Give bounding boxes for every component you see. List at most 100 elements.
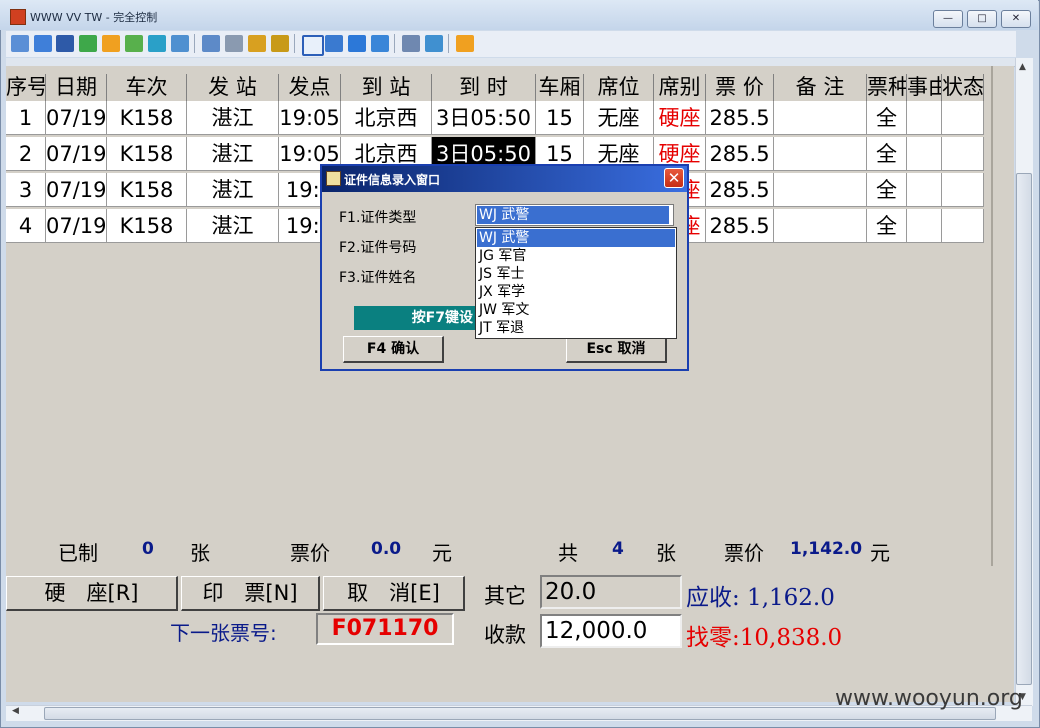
dropdown-option[interactable]: JW 军文 xyxy=(477,301,675,319)
dropdown-option[interactable]: JS 军士 xyxy=(477,265,675,283)
cell-status[interactable] xyxy=(942,173,984,207)
header-train[interactable]: 车次 xyxy=(107,74,187,101)
header-seq[interactable]: 序号 xyxy=(6,74,46,101)
dialog-close-button[interactable]: ✕ xyxy=(664,168,684,188)
monitor-icon[interactable] xyxy=(34,35,52,52)
cell-reason[interactable] xyxy=(907,173,942,207)
header-ticket-type[interactable]: 票种 xyxy=(867,74,907,101)
header-from[interactable]: 发 站 xyxy=(187,74,279,101)
header-reason[interactable]: 事由 xyxy=(907,74,942,101)
cell-status[interactable] xyxy=(942,209,984,243)
dropdown-option[interactable]: JT 军退 xyxy=(477,319,675,337)
hardseat-button[interactable]: 硬 座[R] xyxy=(6,576,178,611)
dropdown-option[interactable]: JG 军官 xyxy=(477,247,675,265)
cell-from[interactable]: 湛江 xyxy=(187,101,279,135)
cell-date[interactable]: 07/19 xyxy=(46,173,107,207)
scroll-left-icon[interactable]: ◀ xyxy=(12,706,19,716)
cell-to[interactable]: 北京西 xyxy=(341,101,432,135)
cell-status[interactable] xyxy=(942,101,984,135)
cell-from[interactable]: 湛江 xyxy=(187,209,279,243)
cell-arrive-time[interactable]: 3日05:50 xyxy=(432,101,536,135)
header-depart-time[interactable]: 发点 xyxy=(279,74,341,101)
header-remark[interactable]: 备 注 xyxy=(774,74,867,101)
cell-reason[interactable] xyxy=(907,209,942,243)
chat-icon[interactable] xyxy=(125,35,143,52)
cell-seq[interactable]: 2 xyxy=(6,137,46,171)
close-button[interactable]: ✕ xyxy=(1001,10,1031,28)
message-icon[interactable] xyxy=(171,35,189,52)
cell-train[interactable]: K158 xyxy=(107,137,187,171)
minimize-button[interactable]: — xyxy=(933,10,963,28)
cell-remark[interactable] xyxy=(774,137,867,171)
header-coach[interactable]: 车厢 xyxy=(536,74,584,101)
stop-icon[interactable] xyxy=(456,35,474,52)
cell-date[interactable]: 07/19 xyxy=(46,101,107,135)
header-seat[interactable]: 席位 xyxy=(584,74,654,101)
cell-coach[interactable]: 15 xyxy=(536,101,584,135)
made-count: 0 xyxy=(142,539,154,559)
copy-screen-icon[interactable] xyxy=(402,35,420,52)
cancel-button[interactable]: 取 消[E] xyxy=(323,576,465,611)
cell-ticket-type[interactable]: 全 xyxy=(867,137,907,171)
cell-remark[interactable] xyxy=(774,101,867,135)
maximize-button[interactable]: □ xyxy=(967,10,997,28)
cell-remark[interactable] xyxy=(774,209,867,243)
cell-reason[interactable] xyxy=(907,137,942,171)
dropdown-option[interactable]: WJ 武警 xyxy=(477,229,675,247)
other-field[interactable]: 20.0 xyxy=(540,575,682,609)
header-to[interactable]: 到 站 xyxy=(341,74,432,101)
cell-status[interactable] xyxy=(942,137,984,171)
cell-train[interactable]: K158 xyxy=(107,101,187,135)
cell-price[interactable]: 285.5 xyxy=(706,101,774,135)
window-mode-icon[interactable] xyxy=(302,35,324,56)
cell-price[interactable]: 285.5 xyxy=(706,137,774,171)
id-type-selected[interactable]: WJ 武警 xyxy=(477,206,669,224)
phone-icon[interactable] xyxy=(148,35,166,52)
transfer-icon[interactable] xyxy=(79,35,97,52)
header-status[interactable]: 状态 xyxy=(942,74,984,101)
dropdown-option[interactable]: JX 军学 xyxy=(477,283,675,301)
tools-icon[interactable] xyxy=(425,35,443,52)
window-title-prefix: WWW VV TW - xyxy=(30,11,110,24)
header-price[interactable]: 票 价 xyxy=(706,74,774,101)
screen-icon[interactable] xyxy=(11,35,29,52)
vertical-scroll-thumb[interactable] xyxy=(1016,173,1032,685)
header-date[interactable]: 日期 xyxy=(46,74,107,101)
cell-price[interactable]: 285.5 xyxy=(706,173,774,207)
cell-reason[interactable] xyxy=(907,101,942,135)
cell-from[interactable]: 湛江 xyxy=(187,137,279,171)
cell-from[interactable]: 湛江 xyxy=(187,173,279,207)
cell-seq[interactable]: 1 xyxy=(6,101,46,135)
received-field[interactable]: 12,000.0 xyxy=(540,614,682,648)
scale-icon[interactable] xyxy=(371,35,389,52)
cell-seq[interactable]: 4 xyxy=(6,209,46,243)
cell-ticket-type[interactable]: 全 xyxy=(867,209,907,243)
cell-train[interactable]: K158 xyxy=(107,209,187,243)
cell-seq[interactable]: 3 xyxy=(6,173,46,207)
cell-date[interactable]: 07/19 xyxy=(46,137,107,171)
cell-ticket-type[interactable]: 全 xyxy=(867,101,907,135)
fit-screen-icon[interactable] xyxy=(325,35,343,52)
upload-icon[interactable] xyxy=(202,35,220,52)
unlock-icon[interactable] xyxy=(271,35,289,52)
network-icon[interactable] xyxy=(225,35,243,52)
confirm-button[interactable]: F4 确认 xyxy=(343,336,444,363)
cell-date[interactable]: 07/19 xyxy=(46,209,107,243)
cell-price[interactable]: 285.5 xyxy=(706,209,774,243)
header-seat-class[interactable]: 席别 xyxy=(654,74,706,101)
cell-seat-class[interactable]: 硬座 xyxy=(654,101,706,135)
toolbar xyxy=(6,31,1016,57)
fullscreen-icon[interactable] xyxy=(348,35,366,52)
print-ticket-button[interactable]: 印 票[N] xyxy=(181,576,320,611)
terminal-icon[interactable] xyxy=(56,35,74,52)
dialog-cancel-button[interactable]: Esc 取消 xyxy=(566,336,667,363)
lock-icon[interactable] xyxy=(248,35,266,52)
cell-depart-time[interactable]: 19:05 xyxy=(279,101,341,135)
header-arrive-time[interactable]: 到 时 xyxy=(432,74,536,101)
cell-remark[interactable] xyxy=(774,173,867,207)
cell-ticket-type[interactable]: 全 xyxy=(867,173,907,207)
cell-train[interactable]: K158 xyxy=(107,173,187,207)
cell-seat[interactable]: 无座 xyxy=(584,101,654,135)
scroll-up-icon[interactable]: ▲ xyxy=(1019,62,1026,72)
power-icon[interactable] xyxy=(102,35,120,52)
